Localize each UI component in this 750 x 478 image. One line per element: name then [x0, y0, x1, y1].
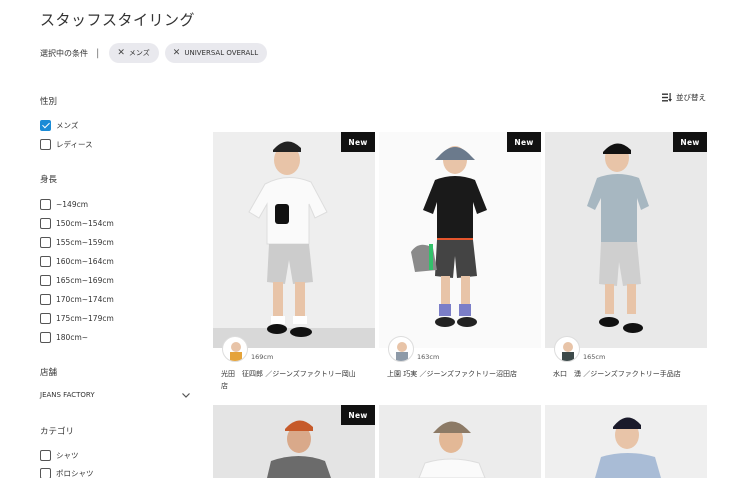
checkbox-height[interactable]: 175cm~179cm — [40, 312, 114, 324]
new-badge: New — [507, 132, 541, 152]
person-photo-figure — [213, 132, 375, 348]
selected-conditions: 選択中の条件 | ✕ メンズ ✕ UNIVERSAL OVERALL — [40, 43, 273, 63]
checkbox-height[interactable]: 160cm~164cm — [40, 255, 114, 267]
checkbox-height[interactable]: 170cm~174cm — [40, 293, 114, 305]
checkbox-icon[interactable] — [40, 449, 51, 461]
option-label: 175cm~179cm — [56, 313, 114, 323]
avatar[interactable] — [222, 336, 248, 362]
checkbox-icon[interactable] — [40, 331, 51, 343]
checkbox-icon[interactable] — [40, 138, 51, 150]
staff-height: 165cm — [583, 353, 606, 361]
store-select[interactable]: JEANS FACTORY — [40, 391, 190, 399]
checkbox-category[interactable]: シャツ — [40, 449, 79, 461]
option-label: シャツ — [56, 450, 79, 460]
chevron-down-icon — [182, 392, 190, 398]
filter-title-store: 店舗 — [40, 368, 58, 378]
condition-chip-mens[interactable]: ✕ メンズ — [109, 43, 159, 63]
staff-name-line[interactable]: 上園 巧実 ／ジーンズファクトリー沼田店 — [387, 368, 549, 380]
checkbox-icon[interactable] — [40, 293, 51, 305]
checkbox-checked-icon[interactable] — [40, 119, 51, 131]
avatar[interactable] — [554, 336, 580, 362]
store-selected-value: JEANS FACTORY — [40, 391, 95, 399]
checkbox-icon[interactable] — [40, 198, 51, 210]
option-label: 150cm~154cm — [56, 218, 114, 228]
styling-photo[interactable] — [213, 132, 375, 348]
styling-photo[interactable] — [379, 405, 541, 478]
checkbox-icon[interactable] — [40, 236, 51, 248]
option-label: ~149cm — [56, 199, 89, 209]
chip-label: メンズ — [128, 49, 150, 57]
staff-name-store[interactable]: 上園 巧実 ／ジーンズファクトリー沼田店 — [387, 368, 549, 380]
staff-name-store[interactable]: 光田 征四郎 ／ジーンズファクトリー岡山 店 — [221, 368, 383, 392]
option-label: 170cm~174cm — [56, 294, 114, 304]
checkbox-height[interactable]: 180cm~ — [40, 331, 88, 343]
checkbox-height[interactable]: 150cm~154cm — [40, 217, 114, 229]
close-icon[interactable]: ✕ — [173, 48, 181, 58]
filter-title-gender: 性別 — [40, 97, 58, 107]
checkbox-icon[interactable] — [40, 467, 51, 478]
staff-height: 163cm — [417, 353, 440, 361]
new-badge: New — [673, 132, 707, 152]
styling-card[interactable]: New 163cm 上園 巧実 ／ジーンズファクトリー沼田店 — [379, 132, 541, 392]
checkbox-icon[interactable] — [40, 217, 51, 229]
chip-label: UNIVERSAL OVERALL — [184, 49, 259, 57]
checkbox-mens[interactable]: メンズ — [40, 119, 78, 131]
option-label: レディース — [56, 139, 93, 149]
conditions-separator: | — [96, 47, 100, 59]
styling-photo[interactable] — [545, 132, 707, 348]
person-photo-figure — [545, 405, 707, 478]
sort-icon — [662, 93, 672, 102]
staff-name-line[interactable]: 光田 征四郎 ／ジーンズファクトリー岡山 — [221, 368, 383, 380]
checkbox-height[interactable]: 155cm~159cm — [40, 236, 114, 248]
checkbox-icon[interactable] — [40, 274, 51, 286]
conditions-label: 選択中の条件 — [40, 48, 88, 58]
person-photo-figure — [545, 132, 707, 348]
checkbox-icon[interactable] — [40, 312, 51, 324]
styling-card[interactable]: New 165cm 水口 湧 ／ジーンズファクトリー手品店 — [545, 132, 707, 392]
staff-name-store[interactable]: 水口 湧 ／ジーンズファクトリー手品店 — [553, 368, 715, 380]
styling-photo[interactable] — [379, 132, 541, 348]
option-label: ポロシャツ — [56, 468, 94, 478]
sort-button[interactable]: 並び替え — [662, 92, 706, 103]
page-title: スタッフスタイリング — [40, 11, 196, 29]
option-label: 160cm~164cm — [56, 256, 114, 266]
styling-photo[interactable] — [545, 405, 707, 478]
filter-title-category: カテゴリ — [40, 427, 75, 437]
option-label: 165cm~169cm — [56, 275, 114, 285]
staff-name-line[interactable]: 店 — [221, 380, 383, 392]
checkbox-height[interactable]: 165cm~169cm — [40, 274, 114, 286]
new-badge: New — [341, 132, 375, 152]
checkbox-ladies[interactable]: レディース — [40, 138, 93, 150]
checkbox-height[interactable]: ~149cm — [40, 198, 88, 210]
condition-chip-universal-overall[interactable]: ✕ UNIVERSAL OVERALL — [164, 43, 268, 63]
checkbox-icon[interactable] — [40, 255, 51, 267]
new-badge: New — [341, 405, 375, 425]
staff-name-line[interactable]: 水口 湧 ／ジーンズファクトリー手品店 — [553, 368, 715, 380]
filter-title-height: 身長 — [40, 175, 58, 185]
checkbox-category[interactable]: ポロシャツ — [40, 467, 94, 478]
staff-height: 169cm — [251, 353, 274, 361]
option-label: 180cm~ — [56, 332, 89, 342]
option-label: 155cm~159cm — [56, 237, 114, 247]
avatar[interactable] — [388, 336, 414, 362]
option-label: メンズ — [56, 120, 79, 130]
styling-card[interactable]: New 169cm 光田 征四郎 ／ジーンズファクトリー岡山 店 — [213, 132, 375, 392]
person-photo-figure — [379, 405, 541, 478]
close-icon[interactable]: ✕ — [117, 48, 125, 58]
sort-label: 並び替え — [676, 93, 706, 102]
person-photo-figure — [379, 132, 541, 348]
